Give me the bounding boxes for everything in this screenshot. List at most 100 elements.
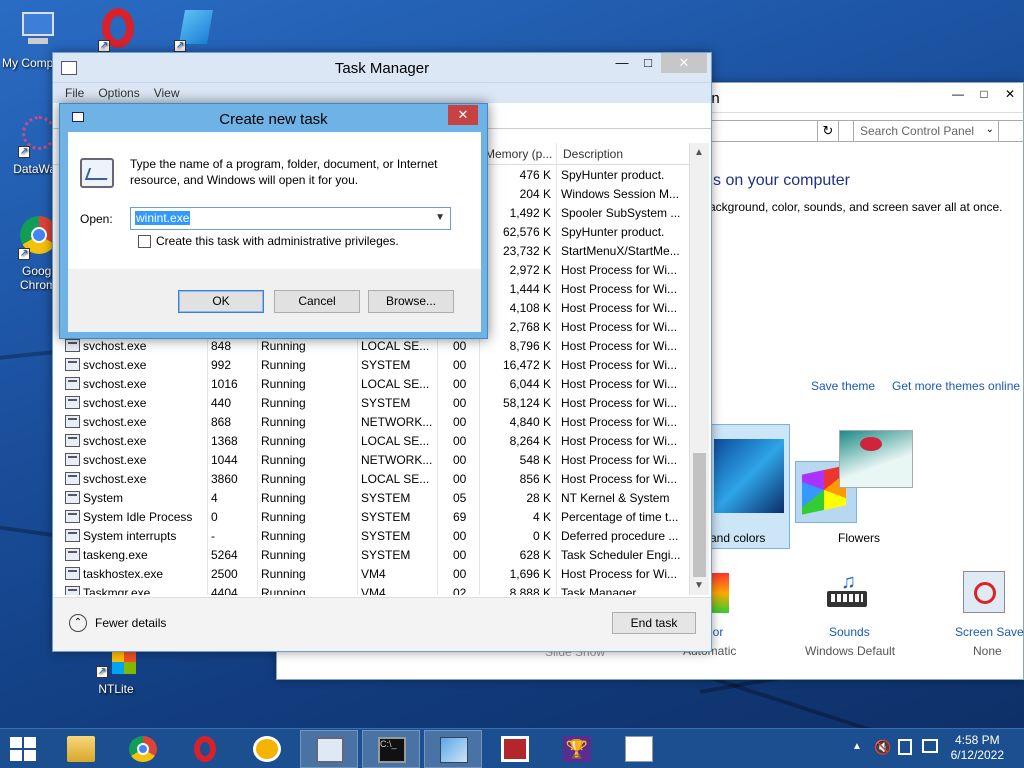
table-row[interactable]: System interrupts - Running SYSTEM 00 0 K Defe… [53, 526, 689, 545]
cell-name: taskhostex.exe [83, 567, 164, 581]
menu-options[interactable]: Options [98, 83, 139, 103]
sounds-icon[interactable]: ♫ [823, 571, 873, 617]
shortcut-arrow-icon: ↗ [18, 146, 30, 158]
action-center-flag-icon[interactable] [898, 739, 912, 755]
cell-name: Taskmgr.exe [83, 586, 151, 595]
chevron-down-icon[interactable]: ▼ [435, 212, 445, 223]
table-row[interactable]: svchost.exe 992 Running SYSTEM 00 16,472 K Hos… [53, 355, 689, 374]
browse-button[interactable]: Browse... [368, 290, 454, 313]
screen-saver-link[interactable]: Screen Saver [955, 625, 1024, 639]
chrome-icon [129, 736, 157, 762]
clock-time: 4:58 PM [954, 733, 1000, 747]
taskbar-clock[interactable]: 4:58 PM 6/12/2022 [951, 733, 1004, 763]
close-icon[interactable]: ✕ [997, 83, 1023, 105]
volume-muted-icon[interactable]: 🔇 [874, 739, 891, 756]
menu-file[interactable]: File [65, 83, 84, 103]
get-more-themes-link[interactable]: Get more themes online [892, 379, 1020, 393]
menu-view[interactable]: View [154, 83, 180, 103]
cell-user: NETWORK... [361, 415, 433, 429]
admin-privileges-label[interactable]: Create this task with administrative pri… [156, 234, 399, 248]
column-header-description[interactable]: Description [563, 147, 683, 161]
taskbar-app[interactable] [238, 730, 296, 768]
close-icon[interactable]: ✕ [661, 53, 707, 73]
cell-user: SYSTEM [361, 396, 411, 410]
run-program-icon [80, 158, 114, 188]
cell-memory: 2,972 K [509, 263, 551, 277]
chevron-up-icon[interactable]: ⌃ [69, 614, 87, 632]
cell-description: Host Process for Wi... [561, 415, 678, 429]
flower-shape [860, 437, 882, 451]
show-hidden-icons-chevron-up-icon[interactable]: ▲ [852, 741, 862, 752]
cell-user: VM4 [361, 567, 386, 581]
cell-user: SYSTEM [361, 510, 411, 524]
taskbar-control-panel[interactable] [424, 730, 482, 768]
cell-description: Host Process for Wi... [561, 301, 678, 315]
table-row[interactable]: svchost.exe 1368 Running LOCAL SE... 00 8,264… [53, 431, 689, 450]
open-combobox[interactable]: winint.exe ▼ [130, 207, 451, 230]
fewer-details-link[interactable]: Fewer details [95, 616, 166, 630]
cell-memory: 476 K [519, 168, 551, 182]
cell-description: Task Manager [561, 586, 637, 595]
maximize-icon[interactable]: □ [971, 83, 997, 105]
table-row[interactable]: svchost.exe 1016 Running LOCAL SE... 00 6,044… [53, 374, 689, 393]
minimize-icon[interactable]: — [609, 53, 635, 73]
taskbar-chrome[interactable] [114, 730, 172, 768]
screen-saver-icon[interactable] [963, 571, 1005, 613]
document-icon [625, 736, 653, 762]
process-icon [65, 529, 80, 542]
refresh-icon[interactable]: ↻ [817, 120, 839, 142]
color-icon[interactable] [709, 573, 729, 613]
taskbar-task-manager[interactable] [300, 730, 358, 768]
desktop-icon-opera[interactable]: ↗ [80, 8, 156, 56]
dialog-titlebar[interactable]: Create new task ✕ [60, 104, 487, 132]
sounds-link[interactable]: Sounds [829, 625, 870, 639]
maximize-icon[interactable]: □ [635, 53, 661, 73]
start-button[interactable] [10, 737, 38, 761]
table-row[interactable]: taskhostex.exe 2500 Running VM4 00 1,696 K Hos… [53, 564, 689, 583]
open-input-value[interactable]: winint.exe [135, 211, 191, 225]
table-row[interactable]: taskeng.exe 5264 Running SYSTEM 00 628 K Task … [53, 545, 689, 564]
taskbar-file-explorer[interactable] [52, 730, 110, 768]
column-header-memory[interactable]: Memory (p... [485, 147, 555, 161]
minimize-icon[interactable]: — [945, 83, 971, 105]
color-link[interactable]: lor [710, 625, 723, 639]
network-icon[interactable] [922, 739, 938, 753]
task-manager-icon [316, 737, 344, 763]
clock-date: 6/12/2022 [950, 748, 1004, 762]
save-theme-link[interactable]: Save theme [811, 379, 875, 393]
table-row[interactable]: Taskmgr.exe 4404 Running VM4 02 8,888 K Task M… [53, 583, 689, 595]
cell-description: Host Process for Wi... [561, 282, 678, 296]
close-icon[interactable]: ✕ [448, 105, 478, 125]
taskbar-trophy-app[interactable]: 🏆 [548, 730, 606, 768]
taskbar-news-app[interactable] [486, 730, 544, 768]
cell-description: Host Process for Wi... [561, 320, 678, 334]
taskbar-opera[interactable] [176, 730, 234, 768]
cell-pid: 5264 [211, 548, 238, 562]
create-new-task-dialog[interactable]: Create new task ✕ Type the name of a pro… [59, 103, 488, 339]
cancel-button[interactable]: Cancel [274, 290, 360, 313]
table-row[interactable]: svchost.exe 440 Running SYSTEM 00 58,124 K Hos… [53, 393, 689, 412]
desktop-icon-ntlite[interactable]: ↗ NTLite [78, 648, 154, 696]
table-row[interactable]: svchost.exe 868 Running NETWORK... 00 4,840 K… [53, 412, 689, 431]
taskbar-blank-document[interactable] [610, 730, 668, 768]
cell-description: Host Process for Wi... [561, 339, 678, 353]
table-row[interactable]: System 4 Running SYSTEM 05 28 K NT Kernel & Sy… [53, 488, 689, 507]
process-icon [65, 472, 80, 485]
scroll-up-icon[interactable]: ▲ [694, 147, 704, 158]
scroll-down-icon[interactable]: ▼ [694, 580, 704, 591]
search-control-panel-input[interactable]: Search Control Panel [853, 120, 1024, 142]
desktop-icon-app[interactable]: ↗ [156, 8, 232, 56]
task-manager-titlebar[interactable]: Task Manager — □ ✕ [53, 53, 711, 83]
table-row[interactable]: svchost.exe 1044 Running NETWORK... 00 548 K H… [53, 450, 689, 469]
cell-description: Host Process for Wi... [561, 377, 678, 391]
page-heading: s on your computer [713, 172, 850, 189]
process-table-scrollbar[interactable]: ▲ ▼ [689, 143, 709, 595]
end-task-button[interactable]: End task [612, 612, 696, 634]
taskbar-command-prompt[interactable]: C:\_ [362, 730, 420, 768]
table-row[interactable]: System Idle Process 0 Running SYSTEM 69 4 K Pe… [53, 507, 689, 526]
sounds-value: Windows Default [805, 644, 896, 658]
ok-button[interactable]: OK [178, 290, 264, 313]
admin-privileges-checkbox[interactable] [138, 235, 151, 248]
scrollbar-thumb[interactable] [693, 453, 706, 577]
table-row[interactable]: svchost.exe 3860 Running LOCAL SE... 00 856 K… [53, 469, 689, 488]
